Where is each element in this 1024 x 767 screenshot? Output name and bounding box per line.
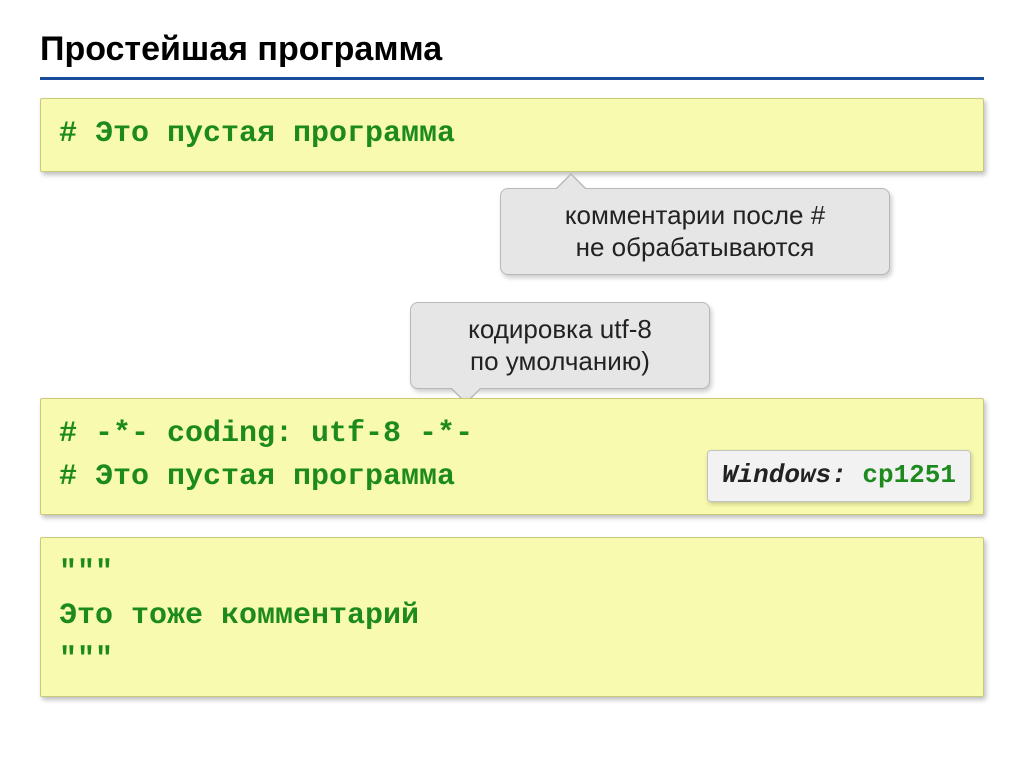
callout-line: не обрабатываются	[519, 231, 871, 264]
code-line: Это тоже комментарий	[59, 595, 965, 639]
callout-comments: комментарии после # не обрабатываются	[500, 188, 890, 275]
label-code: cp1251	[862, 460, 956, 490]
code-box-2: # -*- coding: utf-8 -*- # Это пустая про…	[40, 398, 984, 515]
code-line: """	[59, 639, 965, 683]
slide: Простейшая программа # Это пустая програ…	[40, 30, 984, 697]
code-box-1: # Это пустая программа	[40, 98, 984, 172]
page-title: Простейшая программа	[40, 30, 984, 80]
callout-line: комментарии после #	[519, 199, 871, 232]
code-line: # Это пустая программа	[59, 113, 965, 157]
callout-line: по умолчанию)	[429, 345, 691, 378]
label-prefix: Windows:	[722, 460, 862, 490]
callout-encoding: кодировка utf-8 по умолчанию)	[410, 302, 710, 389]
callout-line: кодировка utf-8	[429, 313, 691, 346]
callout-area: комментарии после # не обрабатываются ко…	[40, 194, 984, 394]
code-box-3: """ Это тоже комментарий """	[40, 537, 984, 698]
code-line: """	[59, 552, 965, 596]
label-windows-encoding: Windows: cp1251	[707, 450, 971, 502]
